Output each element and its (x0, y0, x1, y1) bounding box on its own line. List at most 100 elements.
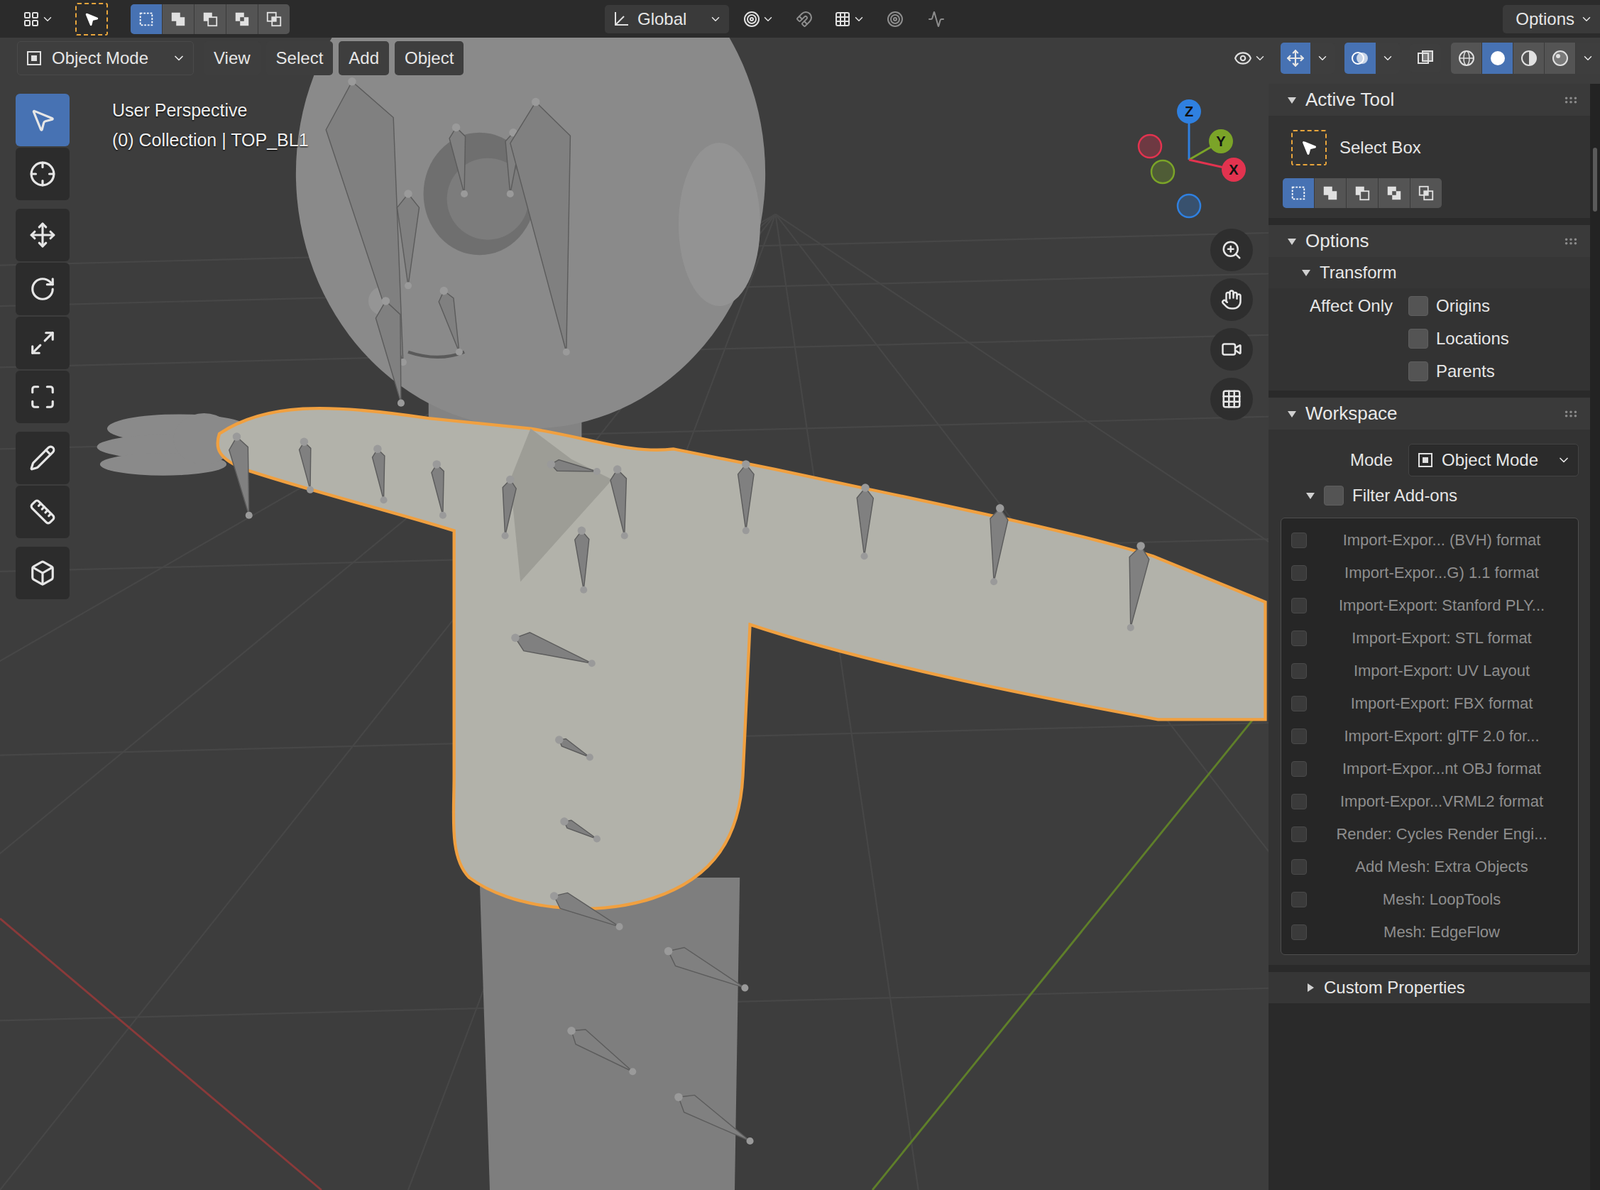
panel-toggle-icon[interactable] (1286, 236, 1297, 247)
selection-mode-button[interactable] (162, 4, 194, 35)
filter-toggle-icon[interactable] (1305, 490, 1316, 501)
checkbox[interactable] (1291, 924, 1307, 940)
shading-mode-button[interactable] (1482, 42, 1514, 74)
negative-axis-handle[interactable] (1138, 134, 1162, 158)
menu-button[interactable]: Select (266, 41, 334, 76)
checkbox[interactable] (1291, 565, 1307, 581)
checkbox[interactable] (1323, 485, 1344, 506)
addon-item[interactable]: Import-Export: glTF 2.0 for... (1281, 719, 1578, 753)
panel-header[interactable]: Workspace (1268, 397, 1591, 430)
zoom-button[interactable] (1210, 228, 1253, 272)
menu-button[interactable]: View (203, 41, 261, 76)
checkbox[interactable] (1291, 532, 1307, 549)
interaction-mode-dropdown[interactable]: Object Mode (17, 41, 194, 76)
shading-mode-button[interactable] (1450, 42, 1483, 74)
drag-handle[interactable] (1563, 92, 1579, 108)
visibility-dropdown[interactable] (1229, 44, 1271, 73)
active-tool-row[interactable]: Select Box (1282, 129, 1578, 166)
addon-item[interactable]: Import-Expor... (BVH) format (1281, 523, 1578, 557)
checkbox[interactable] (1408, 361, 1429, 382)
subpanel-toggle-icon[interactable] (1301, 267, 1312, 278)
scrollbar[interactable] (1590, 83, 1600, 1190)
checkbox[interactable] (1408, 296, 1429, 316)
proportional-edit-toggle[interactable] (879, 4, 911, 34)
axis-handle[interactable]: Z (1176, 99, 1202, 124)
options-dropdown[interactable]: Options (1502, 4, 1600, 34)
selection-mode-button[interactable] (194, 4, 226, 35)
panel-toggle-icon[interactable] (1286, 95, 1297, 106)
axis-handle[interactable]: X (1221, 157, 1246, 182)
tool-button[interactable] (15, 370, 70, 424)
panel-toggle-icon[interactable] (1305, 982, 1316, 993)
negative-axis-handle[interactable] (1151, 160, 1175, 184)
addon-item[interactable]: Mesh: LoopTools (1281, 883, 1578, 916)
addon-item[interactable]: Import-Export: STL format (1281, 621, 1578, 655)
negative-axis-handle[interactable] (1177, 194, 1201, 218)
snap-toggle[interactable] (788, 4, 820, 34)
selection-mode-button[interactable] (258, 4, 290, 35)
shading-mode-button[interactable] (1544, 42, 1576, 74)
addon-item[interactable]: Import-Export: Stanford PLY... (1281, 589, 1578, 622)
selection-mode-button[interactable] (1314, 178, 1346, 208)
selection-mode-button[interactable] (1346, 178, 1378, 208)
panel-header[interactable]: Active Tool (1268, 83, 1591, 116)
active-tool-badge[interactable] (75, 2, 108, 36)
axis-handle[interactable]: Y (1208, 129, 1234, 154)
armature-bones[interactable] (229, 77, 1150, 1145)
gizmo-menu[interactable] (1310, 42, 1335, 74)
subpanel-header[interactable]: Transform (1268, 256, 1591, 289)
checkbox[interactable] (1291, 826, 1307, 842)
checkbox[interactable] (1291, 728, 1307, 744)
tool-button[interactable] (15, 316, 70, 370)
camera-button[interactable] (1210, 327, 1253, 371)
selection-mode-button[interactable] (1378, 178, 1410, 208)
orientation-dropdown[interactable]: Global (604, 4, 730, 34)
checkbox-row[interactable]: Parents (1408, 361, 1579, 382)
tool-button[interactable] (15, 208, 70, 262)
checkbox[interactable] (1291, 793, 1307, 810)
checkbox-row[interactable]: Locations (1408, 328, 1579, 349)
ortho-toggle-button[interactable] (1210, 377, 1253, 421)
gizmo-toggle[interactable] (1280, 42, 1335, 74)
falloff-button[interactable] (920, 4, 952, 34)
selection-mode-button[interactable] (130, 4, 162, 35)
filter-addons-row[interactable]: Filter Add-ons (1268, 479, 1591, 512)
panel-header[interactable]: Custom Properties (1268, 971, 1591, 1004)
tool-button[interactable] (15, 431, 70, 485)
checkbox[interactable] (1291, 597, 1307, 614)
pan-button[interactable] (1210, 278, 1253, 321)
panel-header[interactable]: Options (1268, 225, 1591, 257)
panel-toggle-icon[interactable] (1286, 408, 1297, 419)
tool-button[interactable] (15, 262, 70, 316)
selection-mode-button[interactable] (1282, 178, 1314, 208)
addon-item[interactable]: Mesh: EdgeFlow (1281, 915, 1578, 949)
checkbox[interactable] (1291, 630, 1307, 646)
menu-button[interactable]: Add (338, 41, 389, 76)
drag-handle[interactable] (1563, 233, 1579, 250)
overlays-menu[interactable] (1375, 42, 1400, 74)
character-model[interactable] (97, 37, 1266, 1190)
checkbox[interactable] (1408, 328, 1429, 349)
shading-mode-button[interactable] (1513, 42, 1545, 74)
overlays-button[interactable] (1344, 42, 1376, 74)
selection-mode-button[interactable] (1410, 178, 1442, 208)
tool-button[interactable] (15, 485, 70, 539)
gizmo-button[interactable] (1280, 42, 1311, 74)
tool-button[interactable] (15, 147, 70, 201)
navigation-gizmo[interactable]: ZYX (1132, 97, 1253, 223)
addon-item[interactable]: Import-Expor...nt OBJ format (1281, 752, 1578, 786)
scrollbar-thumb[interactable] (1592, 147, 1598, 212)
checkbox-row[interactable]: Origins (1408, 296, 1579, 316)
tool-button[interactable] (15, 93, 70, 147)
shading-menu[interactable] (1575, 42, 1600, 74)
checkbox[interactable] (1291, 891, 1307, 908)
checkbox[interactable] (1291, 760, 1307, 777)
menu-button[interactable]: Object (394, 41, 464, 76)
editor-type-button[interactable] (18, 4, 59, 34)
checkbox[interactable] (1291, 858, 1307, 875)
addon-item[interactable]: Import-Export: FBX format (1281, 687, 1578, 720)
overlays-toggle[interactable] (1344, 42, 1400, 74)
tool-button[interactable] (15, 546, 70, 600)
mode-dropdown[interactable]: Object Mode (1408, 443, 1579, 477)
drag-handle[interactable] (1563, 406, 1579, 422)
